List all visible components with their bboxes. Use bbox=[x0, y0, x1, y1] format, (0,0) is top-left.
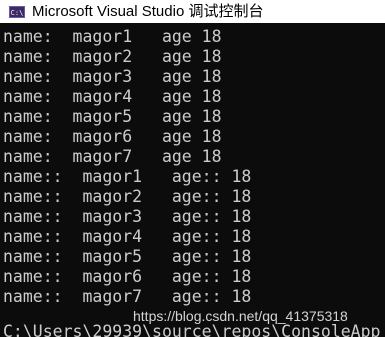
console-line: name: magor5 age 18 bbox=[3, 107, 222, 126]
console-line: name:: magor7 age:: 18 bbox=[3, 287, 252, 306]
console-line: name: magor7 age 18 bbox=[3, 147, 222, 166]
window-title: Microsoft Visual Studio 调试控制台 bbox=[32, 3, 264, 20]
console-line: name:: magor4 age:: 18 bbox=[3, 227, 252, 246]
console-line: name: magor2 age 18 bbox=[3, 47, 222, 66]
console-line: name:: magor2 age:: 18 bbox=[3, 187, 252, 206]
console-line: name: magor6 age 18 bbox=[3, 127, 222, 146]
console-output: name: magor1 age 18 name: magor2 age 18 … bbox=[0, 27, 385, 337]
console-line: name: magor3 age 18 bbox=[3, 67, 222, 86]
console-path-line: C:\Users\29939\source\repos\ConsoleApp bbox=[3, 322, 381, 337]
csdn-watermark: https://blog.csdn.net/qq_41375318 bbox=[133, 308, 348, 324]
console-line: name: magor4 age 18 bbox=[3, 87, 222, 106]
console-line: name:: magor1 age:: 18 bbox=[3, 167, 252, 186]
console-line: name:: magor6 age:: 18 bbox=[3, 267, 252, 286]
console-line: name:: magor3 age:: 18 bbox=[3, 207, 252, 226]
console-line: name: magor1 age 18 bbox=[3, 27, 222, 46]
console-window: C:\ Microsoft Visual Studio 调试控制台 name: … bbox=[0, 0, 385, 337]
title-bar[interactable]: C:\ Microsoft Visual Studio 调试控制台 bbox=[0, 0, 385, 23]
console-app-icon: C:\ bbox=[9, 5, 25, 18]
console-line: name:: magor5 age:: 18 bbox=[3, 247, 252, 266]
